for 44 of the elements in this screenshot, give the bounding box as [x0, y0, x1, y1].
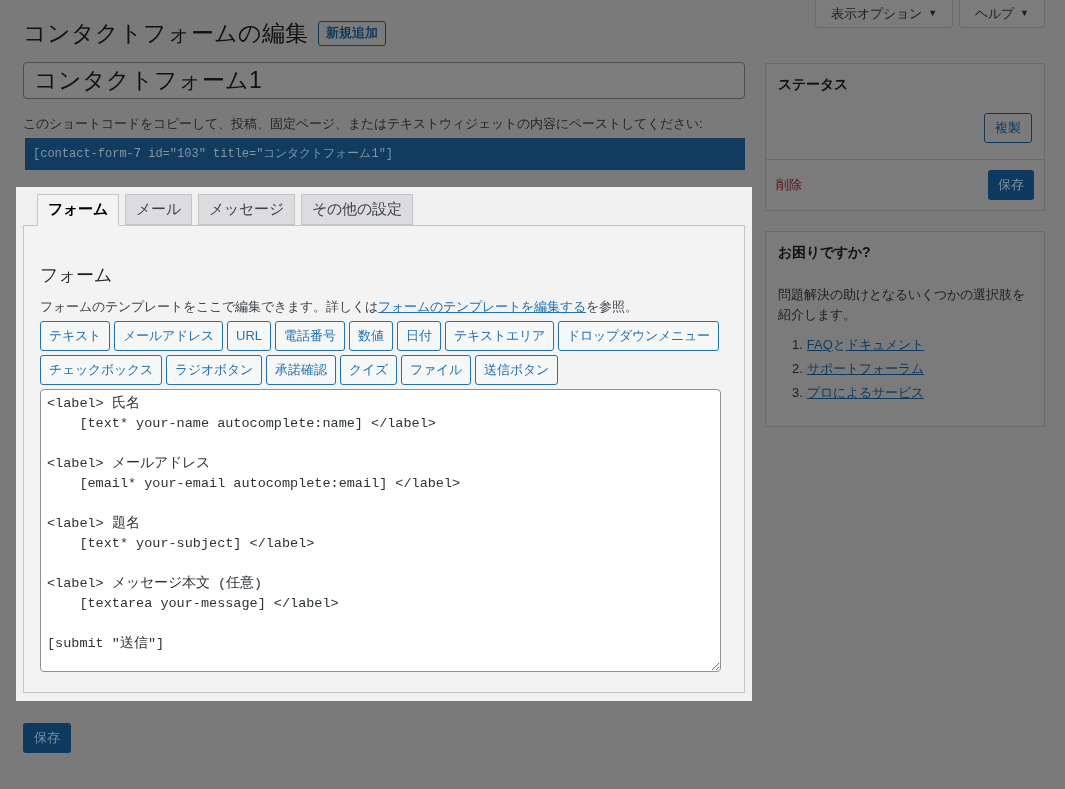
- tag-generator-button[interactable]: 日付: [397, 321, 441, 351]
- tag-generator-button[interactable]: ラジオボタン: [166, 355, 262, 385]
- tag-generator-button[interactable]: 送信ボタン: [475, 355, 558, 385]
- tag-generator-button[interactable]: テキストエリア: [445, 321, 554, 351]
- panel-heading: フォーム: [40, 263, 113, 287]
- list-number: 2.: [792, 360, 803, 378]
- list-number: 1.: [792, 336, 803, 354]
- help-link[interactable]: プロによるサービス: [806, 383, 924, 403]
- tag-generator-button[interactable]: 電話番号: [275, 321, 345, 351]
- tag-generator-button[interactable]: クイズ: [340, 355, 397, 385]
- template-docs-link[interactable]: フォームのテンプレートを編集する: [378, 298, 586, 314]
- tag-generator-button[interactable]: ファイル: [401, 355, 471, 385]
- screen-option-tab[interactable]: 表示オプション ▼: [815, 0, 954, 28]
- tag-generator-button[interactable]: URL: [227, 321, 271, 351]
- tag-generator-button[interactable]: 数値: [349, 321, 393, 351]
- shortcode-hint: このショートコードをコピーして、投稿、固定ページ、またはテキストウィジェットの内容にペーストしてください:: [23, 115, 704, 133]
- tab[interactable]: メッセージ: [198, 193, 295, 225]
- tab[interactable]: その他の設定: [301, 193, 413, 225]
- tag-generator-button[interactable]: ドロップダウンメニュー: [558, 321, 719, 351]
- delete-link[interactable]: 削除: [776, 175, 802, 195]
- save-button[interactable]: 保存: [988, 170, 1034, 200]
- duplicate-button[interactable]: 複製: [984, 113, 1032, 143]
- panel-title: お困りですか?: [778, 243, 872, 262]
- shortcode-field[interactable]: [contact-form-7 id="103" title="コンタクトフォーム1"]: [25, 137, 745, 170]
- link-connector-text: と: [832, 336, 846, 354]
- panel-description: フォームのテンプレートをここで編集できます。詳しくはフォームのテンプレートを編集するを参照。: [40, 297, 639, 316]
- help-link[interactable]: サポートフォーラム: [806, 359, 924, 379]
- tag-generator-button[interactable]: テキスト: [40, 321, 110, 351]
- help-link[interactable]: ドキュメント: [845, 335, 924, 355]
- add-new-button[interactable]: 新規追加: [318, 20, 386, 46]
- tab[interactable]: メール: [125, 193, 192, 225]
- tag-generator-button[interactable]: チェックボックス: [40, 355, 162, 385]
- help-link[interactable]: FAQ: [806, 335, 833, 355]
- panel-title: ステータス: [778, 75, 849, 94]
- help-text: 問題解決の助けとなるいくつかの選択肢を紹介します。: [778, 286, 1026, 324]
- page-title: コンタクトフォームの編集: [23, 18, 308, 48]
- save-button[interactable]: 保存: [23, 723, 71, 753]
- tag-generator-button[interactable]: 承諾確認: [266, 355, 336, 385]
- title-field[interactable]: コンタクトフォーム1: [23, 62, 745, 99]
- list-number: 3.: [792, 384, 803, 402]
- template-editor[interactable]: <label> 氏名 [text* your-name autocomplete:name] </label> <label> メールアドレス [email* your-email autocomplete:email] </label> <label> 題名 [text* your-subject] </label> <label> メッセージ本文 (任意) [textarea your-message] </label> [submit "送信"]: [40, 389, 721, 672]
- screen-option-tab[interactable]: ヘルプ ▼: [959, 0, 1045, 28]
- tab[interactable]: フォーム: [37, 193, 119, 226]
- tag-generator-button[interactable]: メールアドレス: [114, 321, 223, 351]
